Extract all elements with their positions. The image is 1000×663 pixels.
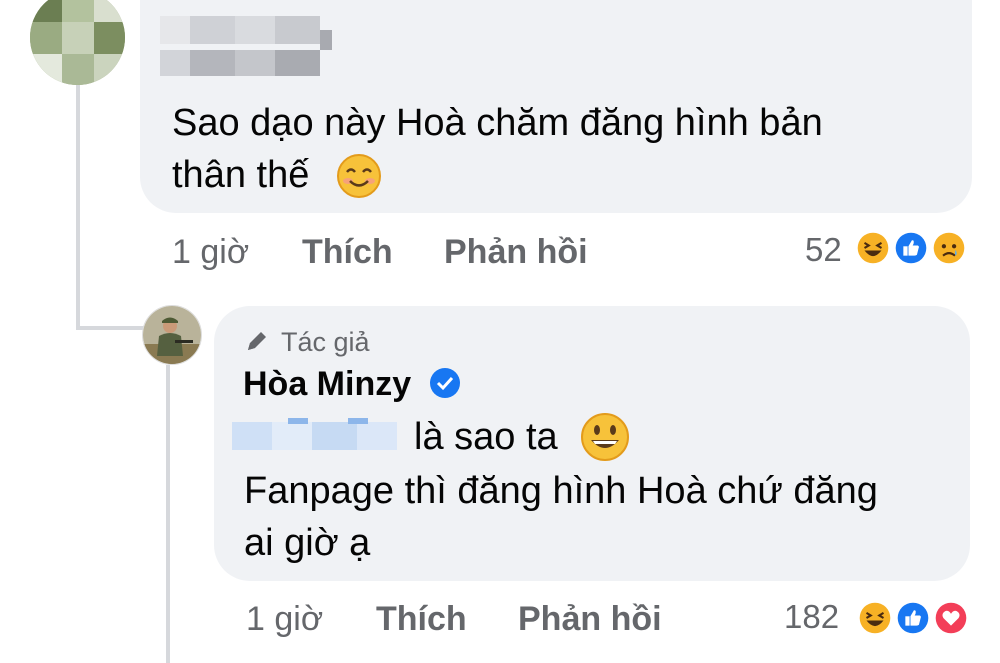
- thread-line-reply-vertical: [166, 365, 170, 663]
- like-icon[interactable]: [891, 228, 931, 268]
- comment-text-line1: Sao dạo này Hoà chăm đăng hình bản: [172, 102, 823, 144]
- smiling-face-icon: [337, 154, 381, 198]
- verified-badge-icon: [430, 368, 460, 398]
- haha-icon[interactable]: [853, 228, 893, 268]
- reply-text-line3: ai giờ ạ: [244, 522, 371, 564]
- blurred-commenter-name[interactable]: [160, 10, 335, 95]
- reply-text-line1: là sao ta: [414, 416, 558, 458]
- reply-author-name[interactable]: Hòa Minzy: [243, 365, 411, 404]
- blurred-mention-name[interactable]: [228, 418, 400, 454]
- author-avatar-image: [143, 306, 201, 364]
- reply-text-line2: Fanpage thì đăng hình Hoà chứ đăng: [244, 470, 878, 512]
- author-avatar[interactable]: [142, 305, 202, 365]
- haha-icon[interactable]: [855, 598, 895, 638]
- comment-timestamp[interactable]: 1 giờ: [172, 233, 249, 272]
- comment-like-button[interactable]: Thích: [302, 233, 393, 272]
- comment-reaction-count[interactable]: 52: [805, 231, 842, 269]
- like-icon[interactable]: [893, 598, 933, 638]
- reply-reaction-count[interactable]: 182: [784, 598, 839, 636]
- comment-text-line2: thân thế: [172, 154, 310, 196]
- commenter-avatar[interactable]: [30, 0, 125, 85]
- pencil-icon: [248, 332, 266, 350]
- comment-reply-button[interactable]: Phản hồi: [444, 233, 588, 272]
- sad-icon[interactable]: [929, 228, 969, 268]
- reply-reply-button[interactable]: Phản hồi: [518, 600, 662, 639]
- thread-line-vertical: [76, 75, 80, 330]
- reply-timestamp[interactable]: 1 giờ: [246, 600, 323, 639]
- pixelated-avatar-image: [30, 0, 125, 85]
- author-badge: Tác giả: [281, 327, 370, 357]
- thread-line-branch: [76, 326, 146, 330]
- reply-like-button[interactable]: Thích: [376, 600, 467, 639]
- love-icon[interactable]: [931, 598, 971, 638]
- grinning-face-icon: [581, 413, 629, 461]
